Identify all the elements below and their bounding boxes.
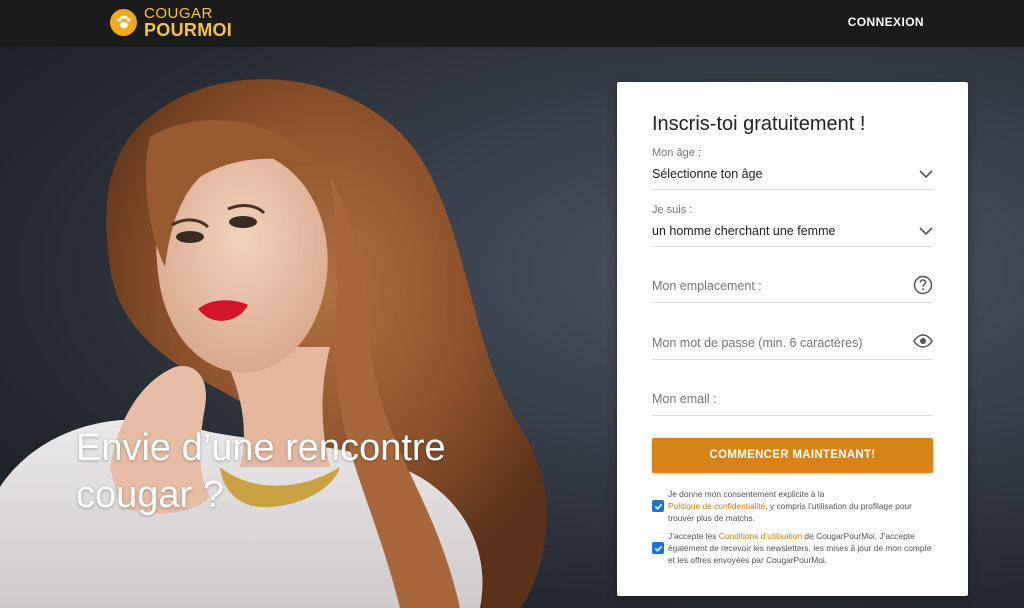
login-link[interactable]: CONNEXION	[848, 15, 924, 29]
paw-icon	[110, 9, 137, 36]
privacy-consent: Je donne mon consentement explicite à la…	[652, 487, 937, 527]
privacy-consent-checkbox[interactable]	[652, 500, 664, 512]
email-input[interactable]: Mon email :	[652, 380, 933, 416]
password-input[interactable]: Mon mot de passe (min. 6 caractères)	[652, 324, 933, 360]
privacy-consent-text: Je donne mon consentement explicite à la…	[668, 488, 938, 524]
age-select[interactable]: Mon âge : Sélectionne ton âge	[652, 146, 933, 190]
question-icon[interactable]	[913, 275, 933, 300]
age-label: Mon âge :	[652, 147, 701, 159]
gender-value: un homme cherchant une femme	[652, 224, 836, 238]
privacy-policy-link[interactable]: Politique de confidentialité	[668, 501, 765, 511]
hero-woman-photo	[0, 79, 547, 608]
privacy-consent-pre: Je donne mon consentement explicite à la	[668, 489, 825, 499]
password-placeholder: Mon mot de passe (min. 6 caractères)	[652, 336, 863, 350]
age-value: Sélectionne ton âge	[652, 167, 763, 181]
location-input[interactable]: Mon emplacement :	[652, 268, 933, 303]
brand-logo[interactable]: COUGAR POURMOI	[110, 6, 232, 39]
email-placeholder: Mon email :	[652, 392, 717, 406]
top-navigation-bar: COUGAR POURMOI CONNEXION	[0, 0, 1024, 47]
brand-line-2: POURMOI	[144, 20, 233, 40]
signup-title: Inscris-toi gratuitement !	[652, 113, 866, 135]
chevron-down-icon	[919, 166, 933, 184]
terms-consent: J’accepte les Conditions d’utilisation d…	[652, 529, 937, 569]
terms-consent-text: J’accepte les Conditions d’utilisation d…	[668, 530, 938, 566]
hero-headline: Envie d’une rencontre cougar ?	[76, 427, 446, 516]
gender-preference-select[interactable]: Je suis : un homme cherchant une femme	[652, 203, 933, 247]
signup-card: Inscris-toi gratuitement ! Mon âge : Sél…	[617, 82, 968, 596]
gender-label: Je suis :	[652, 204, 693, 216]
brand-wordmark: COUGAR POURMOI	[144, 6, 232, 39]
brand-line-1: COUGAR	[144, 5, 213, 22]
terms-consent-pre: J’accepte les	[668, 531, 717, 541]
terms-consent-checkbox[interactable]	[652, 542, 664, 554]
eye-icon[interactable]	[913, 334, 933, 353]
start-now-button[interactable]: COMMENCER MAINTENANT!	[652, 438, 933, 473]
chevron-down-icon	[919, 223, 933, 241]
location-placeholder: Mon emplacement :	[652, 279, 762, 293]
terms-of-use-link[interactable]: Conditions d’utilisation	[719, 531, 802, 541]
